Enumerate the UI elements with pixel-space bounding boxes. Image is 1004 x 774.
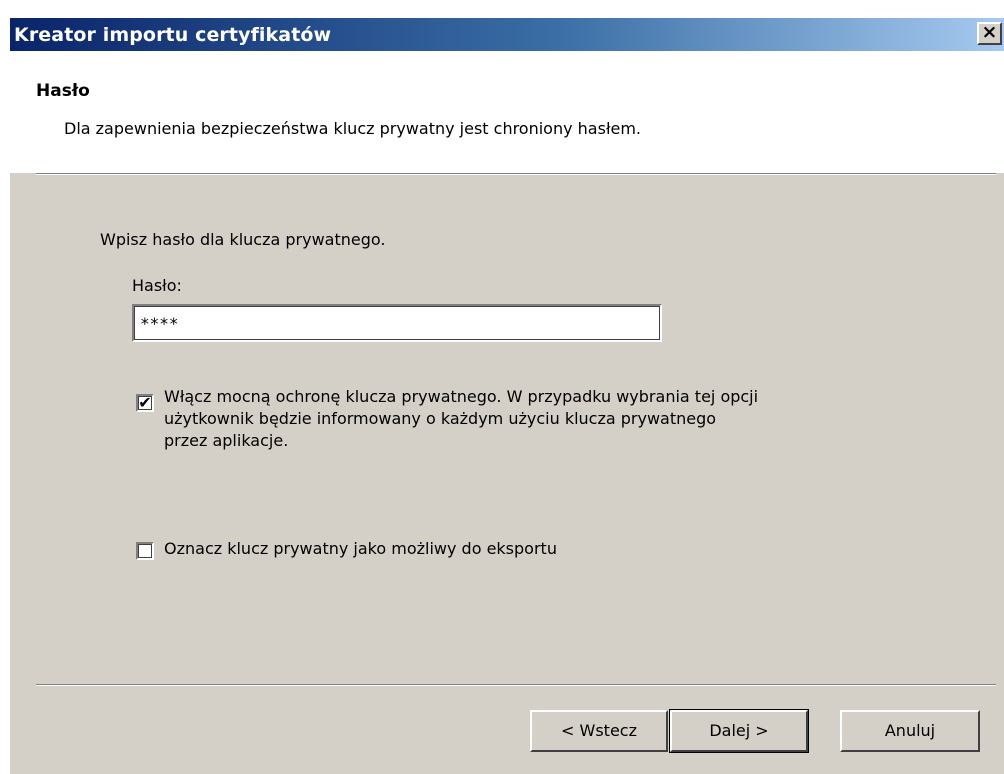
- strong-protection-checkbox[interactable]: ✔: [136, 394, 154, 412]
- header-divider: [36, 173, 996, 175]
- close-icon: ×: [981, 21, 998, 43]
- strong-protection-label[interactable]: Włącz mocną ochronę klucza prywatnego. W…: [164, 386, 764, 452]
- exportable-checkbox[interactable]: [136, 542, 154, 560]
- page-title: Hasło: [36, 81, 90, 101]
- window-title: Kreator importu certyfikatów: [14, 24, 332, 46]
- password-input[interactable]: [132, 304, 662, 342]
- exportable-label[interactable]: Oznacz klucz prywatny jako możliwy do ek…: [164, 538, 557, 560]
- title-bar: Kreator importu certyfikatów ×: [10, 18, 1004, 51]
- wizard-header: Hasło Dla zapewnienia bezpieczeństwa klu…: [10, 51, 1004, 173]
- back-button[interactable]: < Wstecz: [530, 710, 668, 752]
- checkmark-icon: ✔: [138, 393, 152, 412]
- password-label: Hasło:: [132, 276, 182, 295]
- certificate-import-wizard-window: Kreator importu certyfikatów × Hasło Dla…: [10, 18, 1004, 774]
- password-instruction: Wpisz hasło dla klucza prywatnego.: [100, 230, 386, 249]
- close-button[interactable]: ×: [977, 22, 1002, 45]
- cancel-button[interactable]: Anuluj: [840, 710, 980, 752]
- page-description: Dla zapewnienia bezpieczeństwa klucz pry…: [64, 119, 642, 138]
- footer-divider: [36, 684, 996, 686]
- next-button[interactable]: Dalej >: [669, 709, 809, 753]
